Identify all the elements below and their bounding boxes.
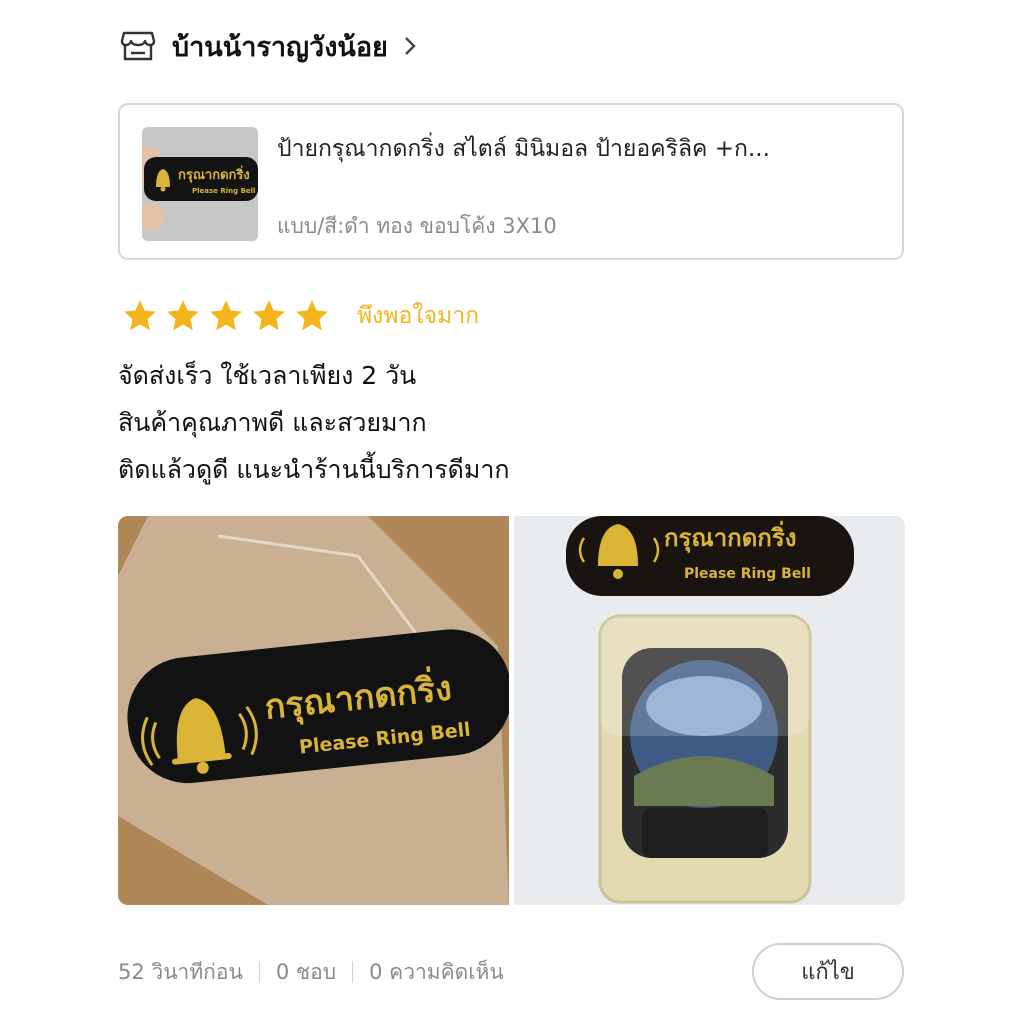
thumb-sign-english: Please Ring Bell bbox=[192, 187, 255, 195]
review-photo[interactable]: กรุณากดกริ่ง Please Ring Bell bbox=[118, 516, 509, 905]
shop-name[interactable]: บ้านน้าราญวังน้อย bbox=[172, 25, 388, 68]
sign-text-english: Please Ring Bell bbox=[684, 566, 811, 582]
star-icon bbox=[253, 300, 285, 331]
review-line: สินค้าคุณภาพดี และสวยมาก bbox=[118, 408, 427, 437]
rating: พึงพอใจมาก bbox=[122, 294, 479, 338]
review-photo[interactable]: กรุณากดกริ่ง Please Ring Bell bbox=[514, 516, 905, 905]
review-footer: 52 วินาทีก่อน 0 ชอบ 0 ความคิดเห็น bbox=[118, 950, 504, 994]
product-card[interactable]: กรุณากดกริ่ง Please Ring Bell ป้ายกรุณาก… bbox=[118, 103, 904, 260]
like-count[interactable]: 0 ชอบ bbox=[276, 956, 336, 989]
review-line: ติดแล้วดูดี แนะนำร้านนี้บริการดีมาก bbox=[118, 455, 510, 484]
divider bbox=[258, 961, 260, 983]
star-icon bbox=[210, 300, 242, 331]
rating-label: พึงพอใจมาก bbox=[357, 303, 480, 329]
thumb-sign-thai: กรุณากดกริ่ง bbox=[178, 165, 250, 183]
sign-text-thai: กรุณากดกริ่ง bbox=[664, 520, 796, 554]
review-text: จัดส่งเร็ว ใช้เวลาเพียง 2 วัน สินค้าคุณภ… bbox=[118, 352, 510, 493]
star-icon bbox=[167, 300, 199, 331]
star-icon bbox=[124, 300, 156, 331]
star-icon bbox=[296, 300, 328, 331]
comment-count[interactable]: 0 ความคิดเห็น bbox=[369, 956, 504, 989]
product-thumbnail[interactable]: กรุณากดกริ่ง Please Ring Bell bbox=[142, 127, 258, 241]
product-title: ป้ายกรุณากดกริ่ง สไตล์ มินิมอล ป้ายอคริล… bbox=[277, 136, 770, 162]
divider bbox=[352, 961, 354, 983]
shop-header[interactable]: บ้านน้าราญวังน้อย bbox=[118, 22, 420, 70]
edit-button[interactable]: แก้ไข bbox=[752, 943, 904, 1000]
review-time: 52 วินาทีก่อน bbox=[118, 959, 243, 984]
review-line: จัดส่งเร็ว ใช้เวลาเพียง 2 วัน bbox=[118, 361, 417, 390]
product-variant: แบบ/สี:ดำ ทอง ขอบโค้ง 3X10 bbox=[277, 214, 557, 238]
chevron-right-icon[interactable] bbox=[404, 34, 420, 58]
store-icon bbox=[118, 26, 158, 66]
